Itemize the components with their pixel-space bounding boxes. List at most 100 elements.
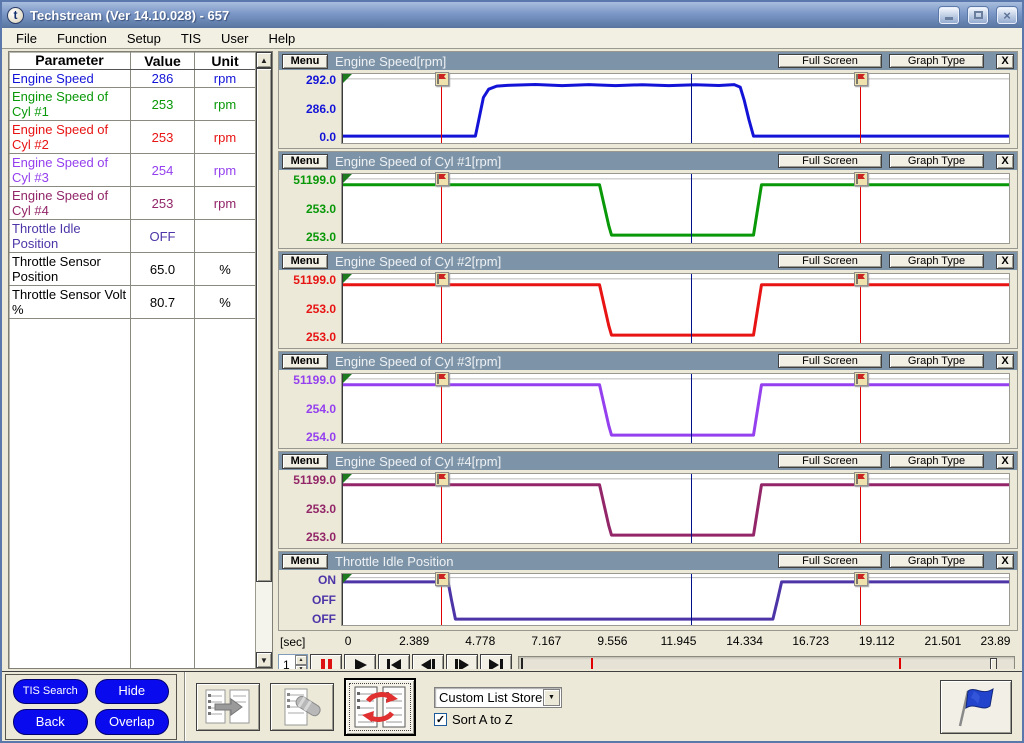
flag-marker-icon[interactable] [434, 272, 449, 286]
restore-button[interactable] [968, 6, 988, 24]
menu-item-file[interactable]: File [6, 29, 47, 48]
table-row[interactable]: Throttle Idle Position OFF [9, 220, 255, 253]
close-graph-button[interactable]: X [996, 253, 1014, 269]
time-tick: 7.167 [531, 634, 562, 648]
menu-item-tis[interactable]: TIS [171, 29, 211, 48]
current-position-line[interactable] [690, 574, 692, 625]
graph-plot[interactable] [341, 72, 1010, 144]
full-screen-button[interactable]: Full Screen [778, 54, 882, 68]
skip-end-button[interactable] [480, 653, 512, 669]
menu-item-help[interactable]: Help [259, 29, 306, 48]
full-screen-button[interactable]: Full Screen [778, 354, 882, 368]
graph-type-button[interactable]: Graph Type [889, 254, 984, 268]
graph-plot[interactable] [341, 472, 1010, 544]
minimize-button[interactable] [939, 6, 959, 24]
close-graph-button[interactable]: X [996, 153, 1014, 169]
column-header-unit[interactable]: Unit [195, 52, 255, 69]
full-screen-button[interactable]: Full Screen [778, 254, 882, 268]
back-button[interactable]: Back [13, 709, 88, 735]
chevron-down-icon[interactable]: ▼ [543, 688, 560, 706]
flag-marker-icon[interactable] [853, 572, 868, 586]
graph-plot[interactable] [341, 172, 1010, 244]
current-position-line[interactable] [690, 174, 692, 243]
menu-button[interactable]: Menu [282, 453, 328, 469]
current-position-line[interactable] [690, 374, 692, 443]
flag-marker-icon[interactable] [434, 572, 449, 586]
flag-marker-icon[interactable] [434, 372, 449, 386]
graph-type-button[interactable]: Graph Type [889, 354, 984, 368]
param-name-cell: Engine Speed of Cyl #1 [9, 88, 131, 120]
scrollbar-track[interactable] [256, 68, 272, 652]
flag-marker-icon[interactable] [853, 472, 868, 486]
flag-marker-icon[interactable] [853, 272, 868, 286]
current-position-line[interactable] [690, 474, 692, 543]
flag-marker-icon[interactable] [853, 372, 868, 386]
spinner-up-icon[interactable]: ▲ [295, 655, 307, 665]
param-value-cell: 253 [131, 88, 195, 120]
table-row[interactable]: Engine Speed of Cyl #4 253 rpm [9, 187, 255, 220]
table-scrollbar[interactable]: ▲ ▼ [255, 52, 272, 668]
table-row[interactable]: Engine Speed of Cyl #3 254 rpm [9, 154, 255, 187]
close-graph-button[interactable]: X [996, 453, 1014, 469]
hide-button[interactable]: Hide [94, 678, 169, 704]
swap-list-button[interactable] [344, 677, 416, 736]
sort-checkbox[interactable]: ✓ [434, 712, 447, 726]
interval-spinner[interactable]: 1 ▲ ▼ [278, 654, 308, 669]
start-marker-icon [343, 374, 352, 383]
menu-button[interactable]: Menu [282, 353, 328, 369]
skip-start-button[interactable] [378, 653, 410, 669]
scroll-down-icon[interactable]: ▼ [256, 652, 272, 668]
menu-item-setup[interactable]: Setup [117, 29, 171, 48]
flag-marker-icon[interactable] [853, 172, 868, 186]
overlap-button[interactable]: Overlap [94, 709, 169, 735]
menu-button[interactable]: Menu [282, 53, 328, 69]
slider-thumb[interactable] [990, 657, 998, 669]
scrollbar-thumb[interactable] [256, 68, 272, 582]
graph-plot[interactable] [341, 572, 1010, 626]
record-list-button[interactable] [270, 682, 334, 731]
graph-type-button[interactable]: Graph Type [889, 154, 984, 168]
param-name-cell: Throttle Sensor Position [9, 253, 131, 285]
graph-type-button[interactable]: Graph Type [889, 554, 984, 568]
flag-marker-icon[interactable] [853, 72, 868, 86]
menu-button[interactable]: Menu [282, 553, 328, 569]
close-button[interactable]: × [997, 6, 1017, 24]
play-button[interactable] [344, 653, 376, 669]
custom-list-dropdown[interactable]: Custom List Store ▼ [434, 686, 562, 708]
full-screen-button[interactable]: Full Screen [778, 454, 882, 468]
close-graph-button[interactable]: X [996, 553, 1014, 569]
column-header-parameter[interactable]: Parameter [9, 52, 131, 69]
tis-search-button[interactable]: TIS Search [13, 678, 88, 704]
table-row[interactable]: Engine Speed of Cyl #1 253 rpm [9, 88, 255, 121]
spinner-down-icon[interactable]: ▼ [295, 664, 307, 669]
flag-button[interactable] [940, 679, 1012, 734]
menu-item-function[interactable]: Function [47, 29, 117, 48]
full-screen-button[interactable]: Full Screen [778, 154, 882, 168]
flag-marker-icon[interactable] [434, 472, 449, 486]
table-row[interactable]: Engine Speed 286 rpm [9, 70, 255, 88]
table-row[interactable]: Throttle Sensor Volt % 80.7% [9, 286, 255, 319]
full-screen-button[interactable]: Full Screen [778, 554, 882, 568]
graph-type-button[interactable]: Graph Type [889, 54, 984, 68]
close-graph-button[interactable]: X [996, 53, 1014, 69]
table-row[interactable]: Engine Speed of Cyl #2 253 rpm [9, 121, 255, 154]
send-to-list-button[interactable] [196, 682, 260, 731]
step-forward-button[interactable] [446, 653, 478, 669]
flag-marker-icon[interactable] [434, 172, 449, 186]
scroll-up-icon[interactable]: ▲ [256, 52, 272, 68]
menu-button[interactable]: Menu [282, 253, 328, 269]
graph-plot[interactable] [341, 372, 1010, 444]
menu-button[interactable]: Menu [282, 153, 328, 169]
step-back-button[interactable] [412, 653, 444, 669]
close-graph-button[interactable]: X [996, 353, 1014, 369]
pause-button[interactable] [310, 653, 342, 669]
current-position-line[interactable] [690, 74, 692, 143]
graph-plot[interactable] [341, 272, 1010, 344]
playback-slider[interactable] [518, 655, 1015, 669]
graph-type-button[interactable]: Graph Type [889, 454, 984, 468]
menu-item-user[interactable]: User [211, 29, 258, 48]
current-position-line[interactable] [690, 274, 692, 343]
flag-marker-icon[interactable] [434, 72, 449, 86]
table-row[interactable]: Throttle Sensor Position 65.0% [9, 253, 255, 286]
column-header-value[interactable]: Value [131, 52, 195, 69]
